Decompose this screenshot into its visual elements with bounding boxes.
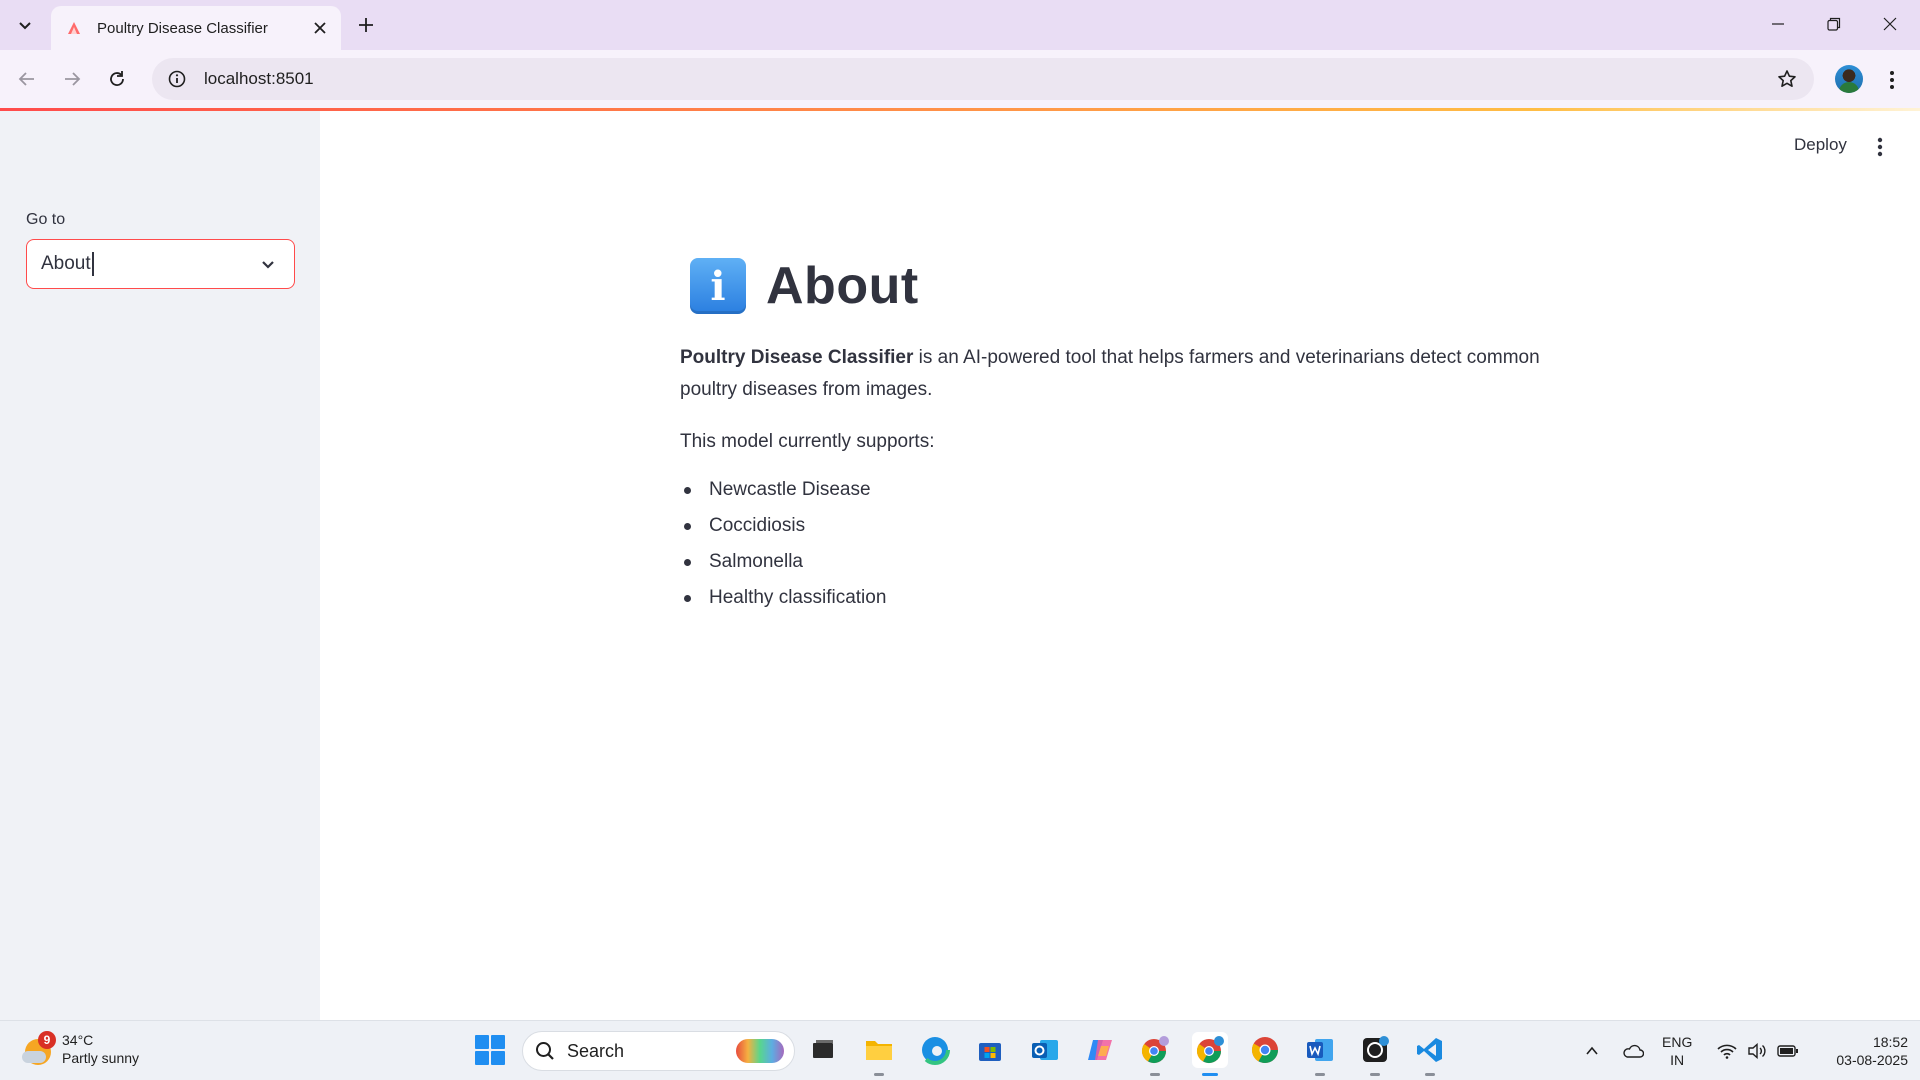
- taskbar-search-placeholder: Search: [567, 1040, 625, 1061]
- github-desktop-icon[interactable]: [1357, 1032, 1393, 1076]
- plus-icon: [359, 18, 373, 32]
- weather-temperature: 34°C: [62, 1032, 94, 1048]
- page-title: About: [766, 257, 919, 315]
- reload-icon: [110, 71, 124, 86]
- word-icon[interactable]: [1302, 1032, 1338, 1076]
- new-tab-button[interactable]: [350, 10, 382, 40]
- chevron-down-icon: [19, 22, 31, 30]
- app-name-bold: Poultry Disease Classifier: [680, 347, 914, 368]
- vscode-icon[interactable]: [1412, 1032, 1448, 1076]
- page-select[interactable]: About: [26, 239, 295, 289]
- information-icon: i: [690, 258, 746, 314]
- more-vertical-icon: [1890, 71, 1894, 89]
- task-view-icon[interactable]: [805, 1032, 841, 1068]
- forward-button[interactable]: [55, 62, 89, 96]
- taskbar: 9 34°C Partly sunny Search ENG IN 18:52 …: [0, 1020, 1920, 1080]
- chrome-active-profile-icon[interactable]: [1192, 1032, 1228, 1076]
- intro-paragraph: Poultry Disease Classifier is an AI-powe…: [680, 342, 1540, 406]
- volume-icon[interactable]: [1744, 1021, 1770, 1080]
- chrome-icon[interactable]: [1247, 1032, 1283, 1068]
- start-button[interactable]: [475, 1035, 505, 1065]
- list-item: Healthy classification: [680, 580, 1540, 616]
- microsoft-store-icon[interactable]: [972, 1032, 1008, 1068]
- tab-title: Poultry Disease Classifier: [97, 19, 268, 37]
- text-cursor: [91, 252, 94, 276]
- sidebar: Go to About: [0, 111, 320, 1020]
- close-icon: [1883, 17, 1897, 31]
- deploy-button[interactable]: Deploy: [1782, 131, 1859, 159]
- file-explorer-icon[interactable]: [861, 1032, 897, 1076]
- reload-button[interactable]: [100, 62, 134, 96]
- close-tab-icon[interactable]: [307, 15, 333, 41]
- browser-tab-active[interactable]: Poultry Disease Classifier: [51, 6, 341, 50]
- chrome-profile-icon[interactable]: [1137, 1032, 1173, 1076]
- show-hidden-icons-button[interactable]: [1580, 1021, 1604, 1080]
- partly-sunny-icon: 9: [22, 1031, 56, 1065]
- streamlit-favicon-icon: [65, 19, 83, 37]
- app-main-menu-button[interactable]: [1864, 131, 1896, 163]
- profile-avatar[interactable]: [1835, 65, 1863, 93]
- edge-icon[interactable]: [917, 1032, 953, 1068]
- supports-text: This model currently supports:: [680, 431, 935, 452]
- list-item: Salmonella: [680, 544, 1540, 580]
- more-vertical-icon: [1877, 137, 1883, 157]
- minimize-icon: [1772, 23, 1784, 25]
- chevron-down-icon[interactable]: [258, 254, 278, 274]
- list-item: Newcastle Disease: [680, 472, 1540, 508]
- address-bar[interactable]: localhost:8501: [152, 58, 1814, 100]
- outlook-icon[interactable]: [1027, 1032, 1063, 1068]
- onedrive-icon[interactable]: [1618, 1021, 1648, 1080]
- search-highlight-icon: [736, 1039, 784, 1063]
- browser-toolbar: localhost:8501: [0, 50, 1920, 108]
- nav-select-label: Go to: [26, 211, 66, 228]
- chevron-up-icon: [1586, 1046, 1598, 1055]
- tab-search-button[interactable]: [9, 10, 41, 40]
- site-info-icon[interactable]: [158, 60, 196, 98]
- arrow-right-icon: [65, 72, 81, 86]
- clock-time: 18:52: [1872, 1034, 1908, 1050]
- back-button[interactable]: [10, 62, 44, 96]
- copilot-icon[interactable]: [1082, 1032, 1118, 1068]
- main-content: i About Poultry Disease Classifier is an…: [680, 250, 1540, 616]
- restore-icon: [1827, 17, 1841, 31]
- list-item: Coccidiosis: [680, 508, 1540, 544]
- clock[interactable]: 18:52 03-08-2025: [1812, 1033, 1908, 1069]
- close-window-button[interactable]: [1862, 0, 1918, 48]
- url-text[interactable]: localhost:8501: [204, 69, 1768, 89]
- notification-badge: 9: [38, 1031, 56, 1049]
- browser-menu-button[interactable]: [1876, 64, 1908, 96]
- minimize-button[interactable]: [1750, 0, 1806, 48]
- browser-tab-strip: Poultry Disease Classifier: [0, 0, 1920, 50]
- wifi-icon[interactable]: [1714, 1021, 1740, 1080]
- windows-logo-icon: [475, 1035, 489, 1049]
- battery-icon[interactable]: [1774, 1021, 1802, 1080]
- language-indicator[interactable]: ENG IN: [1662, 1033, 1692, 1069]
- page-heading: i About: [690, 250, 1540, 322]
- weather-widget[interactable]: 9 34°C Partly sunny: [22, 1031, 139, 1067]
- taskbar-search[interactable]: Search: [522, 1031, 795, 1071]
- supported-classes-list: Newcastle Disease Coccidiosis Salmonella…: [680, 472, 1540, 616]
- restore-button[interactable]: [1806, 0, 1862, 48]
- weather-condition: Partly sunny: [62, 1050, 140, 1066]
- bookmark-star-icon[interactable]: [1768, 60, 1806, 98]
- page-select-value: About: [41, 253, 91, 274]
- arrow-left-icon: [18, 72, 34, 86]
- clock-date: 03-08-2025: [1836, 1052, 1908, 1068]
- search-icon: [536, 1042, 554, 1060]
